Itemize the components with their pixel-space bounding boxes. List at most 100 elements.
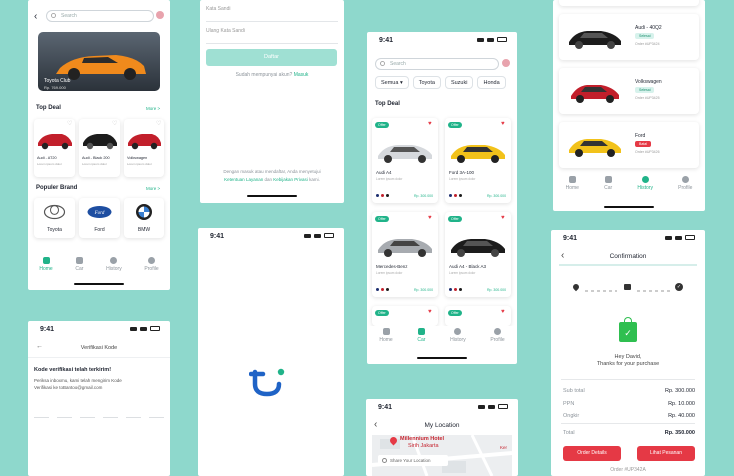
nav-history[interactable]: History	[637, 176, 653, 191]
heart-icon[interactable]: ♥	[428, 309, 432, 315]
brand-card-toyota[interactable]: Toyota	[34, 198, 75, 238]
color-dot[interactable]	[381, 288, 384, 291]
offer-badge: Offer	[375, 122, 389, 128]
color-dot[interactable]	[459, 194, 462, 197]
code-digit-input[interactable]	[80, 417, 95, 418]
brand-card-bmw[interactable]: BMW	[124, 198, 164, 238]
terms-of-service-link[interactable]: Ketentuan Layanan	[224, 177, 263, 182]
nav-home[interactable]: Home	[39, 257, 53, 272]
brand-name: Ford	[94, 227, 105, 233]
brand-card-ford[interactable]: Ford Ford	[79, 198, 120, 238]
hero-card[interactable]: Toyota Club Rp. 769.000	[38, 32, 160, 91]
bmw-logo-icon	[136, 204, 152, 220]
color-dot[interactable]	[386, 194, 389, 197]
heart-icon[interactable]: ♥	[501, 121, 505, 127]
avatar[interactable]	[156, 11, 164, 19]
deal-card[interactable]: ♡ Audi - AT20 Lorem ipsum dolor	[34, 119, 75, 177]
see-order-button[interactable]: Lihat Pesanan	[637, 446, 695, 461]
battery-icon	[497, 37, 507, 42]
filter-label: Honda	[483, 80, 500, 86]
back-icon[interactable]: ‹	[34, 11, 37, 22]
color-dot[interactable]	[376, 288, 379, 291]
car-card[interactable]: Offer ♥	[445, 306, 511, 326]
car-card[interactable]: Offer ♥	[372, 306, 438, 326]
search-input[interactable]: Search	[46, 10, 154, 22]
nav-history[interactable]: History	[450, 328, 466, 350]
nav-car[interactable]: Car	[417, 328, 425, 350]
map-view[interactable]: Millennium Hotel Sirih Jakarta Ker Share…	[372, 435, 512, 476]
heart-icon[interactable]: ♥	[428, 121, 432, 127]
nav-label: Car	[75, 266, 84, 272]
nav-label: Car	[417, 337, 426, 343]
register-button[interactable]: Daftar	[206, 49, 337, 66]
filter-chip-suzuki[interactable]: Suzuki	[444, 76, 474, 89]
wifi-icon	[314, 233, 321, 238]
deal-sub: Lorem ipsum dolor	[127, 162, 152, 166]
heart-icon[interactable]: ♡	[156, 120, 161, 127]
status-time: 9:41	[210, 233, 225, 240]
car-card[interactable]: Offer ♥ Mercedes-Benz Lorem ipsum dolor …	[372, 212, 438, 297]
order-details-button[interactable]: Order Details	[563, 446, 621, 461]
deal-card[interactable]: ♡ Audi - Black 200 Lorem ipsum dolor	[79, 119, 120, 177]
heart-icon[interactable]: ♡	[112, 120, 117, 127]
nav-car[interactable]: Car	[75, 257, 83, 272]
password-field[interactable]: Kata Sandi	[206, 6, 338, 22]
filter-label: Toyota	[418, 80, 435, 86]
color-dot[interactable]	[449, 194, 452, 197]
share-location-box[interactable]: Share Your Location	[378, 455, 448, 466]
color-dot[interactable]	[449, 288, 452, 291]
history-card[interactable]: Volkswagen Selesai Order #UP3425	[559, 68, 699, 114]
car-card[interactable]: Offer ♥ Audi A4 Lorem ipsum dolor Rp. 30…	[372, 118, 438, 203]
top-deal-more-link[interactable]: More >	[146, 106, 160, 111]
nav-home[interactable]: Home	[379, 328, 393, 350]
nav-profile[interactable]: Profile	[144, 257, 159, 272]
filter-chip-toyota[interactable]: Toyota	[412, 76, 441, 89]
history-card[interactable]: Ford Batal Order #UP3426	[559, 122, 699, 168]
header-divider	[559, 264, 697, 266]
heart-icon[interactable]: ♥	[501, 309, 505, 315]
total-label: Total	[563, 430, 575, 436]
nav-label: History	[106, 266, 122, 272]
summary-label: Ongkir	[563, 413, 580, 419]
repeat-password-field[interactable]: Ulang Kata Sandi	[206, 28, 338, 44]
signal-icon	[665, 235, 672, 240]
deal-card[interactable]: ♡ Volkswagen Lorem ipsum dolor	[124, 119, 164, 177]
code-digit-input[interactable]	[126, 417, 141, 418]
filter-chip-all[interactable]: Semua ▾	[375, 76, 409, 89]
color-dot[interactable]	[386, 288, 389, 291]
privacy-policy-link[interactable]: Kebijakan Privasi	[273, 177, 308, 182]
battery-icon	[150, 326, 160, 331]
car-price: Rp. 300.000	[487, 194, 507, 198]
color-dot[interactable]	[454, 194, 457, 197]
nav-profile[interactable]: Profile	[490, 328, 505, 350]
heart-icon[interactable]: ♡	[67, 120, 72, 127]
code-digit-input[interactable]	[103, 417, 118, 418]
nav-profile[interactable]: Profile	[678, 176, 692, 191]
avatar[interactable]	[502, 59, 510, 67]
code-digit-input[interactable]	[34, 417, 49, 418]
history-card-partial[interactable]	[559, 0, 699, 6]
search-input[interactable]: Search	[375, 58, 499, 70]
color-dot[interactable]	[454, 288, 457, 291]
filter-chip-honda[interactable]: Honda	[477, 76, 506, 89]
heart-icon[interactable]: ♥	[428, 215, 432, 221]
car-card[interactable]: Offer ♥ Ford 3A-100 Lorem ipsum dolor Rp…	[445, 118, 511, 203]
color-dot[interactable]	[459, 288, 462, 291]
login-link[interactable]: Masuk	[294, 72, 309, 78]
order-details-label: Order Details	[577, 450, 607, 456]
car-card[interactable]: Offer ♥ Audi A4 - Black A3 Lorem ipsum d…	[445, 212, 511, 297]
nav-car[interactable]: Car	[604, 176, 612, 191]
history-card[interactable]: Audi - 40Q2 Selesai Order #UP3424	[559, 14, 699, 60]
summary-label: Sub total	[563, 388, 585, 394]
color-dot[interactable]	[381, 194, 384, 197]
nav-home[interactable]: Home	[566, 176, 579, 191]
nav-history[interactable]: History	[106, 257, 122, 272]
code-digit-input[interactable]	[57, 417, 72, 418]
color-dot[interactable]	[376, 194, 379, 197]
heart-icon[interactable]: ♥	[501, 215, 505, 221]
home-indicator	[247, 195, 297, 197]
code-digit-input[interactable]	[149, 417, 164, 418]
nav-label: Home	[565, 185, 579, 191]
popular-brand-more-link[interactable]: More >	[146, 186, 160, 191]
bottom-nav: Home Car History Profile	[28, 257, 170, 272]
